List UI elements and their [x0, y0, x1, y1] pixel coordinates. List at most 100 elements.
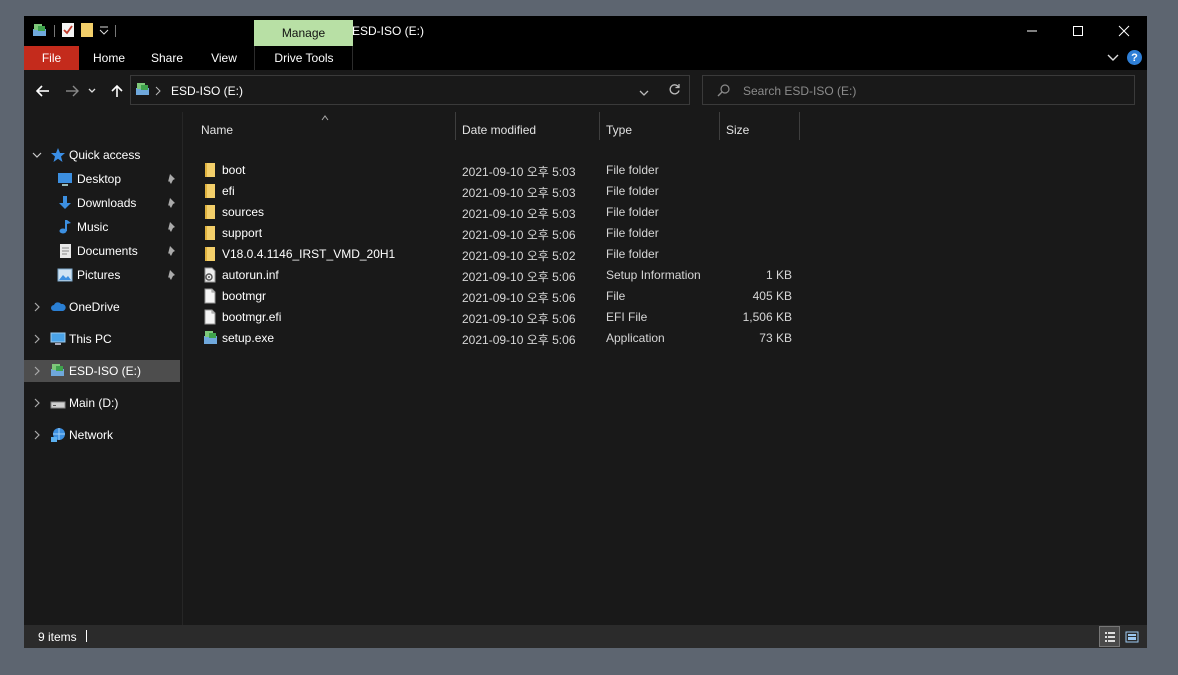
help-icon[interactable]: ?: [1127, 50, 1142, 65]
expand-ribbon-icon[interactable]: [1107, 52, 1119, 66]
file-row[interactable]: V18.0.4.1146_IRST_VMD_20H1 2021-09-10 오후…: [183, 243, 823, 264]
file-type: EFI File: [606, 310, 648, 324]
tab-share[interactable]: Share: [144, 46, 190, 70]
breadcrumb[interactable]: ESD-ISO (E:): [171, 84, 243, 98]
file-type: File: [606, 289, 626, 303]
column-header-name[interactable]: Name: [201, 119, 233, 141]
sidebar-item-quick-access[interactable]: Quick access: [24, 144, 180, 166]
sidebar-item-network[interactable]: Network: [24, 424, 180, 446]
chevron-right-icon[interactable]: [32, 397, 42, 409]
file-date: 2021-09-10 오후 5:02: [462, 249, 576, 263]
refresh-icon[interactable]: [668, 83, 681, 99]
chevron-right-icon[interactable]: [32, 301, 42, 313]
sort-ascending-icon: [321, 110, 329, 124]
pin-icon[interactable]: [167, 173, 177, 185]
folder-icon: [203, 183, 217, 199]
chevron-right-icon[interactable]: [32, 429, 42, 441]
sidebar-item-music[interactable]: Music: [24, 216, 180, 238]
minimize-button[interactable]: [1009, 16, 1055, 46]
column-divider[interactable]: [719, 112, 720, 140]
maximize-button[interactable]: [1055, 16, 1101, 46]
forward-button[interactable]: [63, 82, 81, 100]
sidebar-item-esd-iso[interactable]: ESD-ISO (E:): [24, 360, 180, 382]
column-divider[interactable]: [799, 112, 800, 140]
file-row[interactable]: efi 2021-09-10 오후 5:03 File folder: [183, 180, 823, 201]
address-dropdown-icon[interactable]: [639, 86, 649, 100]
file-date: 2021-09-10 오후 5:03: [462, 165, 576, 179]
file-name: efi: [222, 184, 235, 198]
chevron-right-icon[interactable]: [32, 365, 42, 377]
large-icons-view-button[interactable]: [1121, 626, 1142, 647]
file-row[interactable]: autorun.inf 2021-09-10 오후 5:06 Setup Inf…: [183, 264, 823, 285]
hard-drive-icon: [50, 395, 66, 411]
column-header-type[interactable]: Type: [606, 119, 632, 141]
customize-toolbar-icon[interactable]: [99, 24, 109, 38]
file-size: 1 KB: [765, 268, 792, 282]
sidebar-item-main-d[interactable]: Main (D:): [24, 392, 180, 414]
setup-app-icon: [203, 330, 217, 346]
tab-view[interactable]: View: [202, 46, 246, 70]
column-divider[interactable]: [599, 112, 600, 140]
file-name: sources: [222, 205, 265, 219]
sidebar-item-onedrive[interactable]: OneDrive: [24, 296, 180, 318]
close-button[interactable]: [1101, 16, 1147, 46]
explorer-window: Manage ESD-ISO (E:) File Home Share View…: [24, 16, 1147, 648]
address-row: ESD-ISO (E:) Search ESD-ISO (E:): [24, 70, 1147, 112]
file-row[interactable]: boot 2021-09-10 오후 5:03 File folder: [183, 159, 823, 180]
properties-icon[interactable]: [61, 22, 75, 41]
quick-access-toolbar: [32, 22, 118, 40]
column-header-size[interactable]: Size: [726, 119, 749, 141]
sidebar-item-label: Music: [77, 220, 109, 234]
desktop-icon: [57, 171, 73, 187]
file-icon: [203, 309, 217, 325]
file-row[interactable]: bootmgr 2021-09-10 오후 5:06 File 405 KB: [183, 285, 823, 306]
file-row[interactable]: sources 2021-09-10 오후 5:03 File folder: [183, 201, 823, 222]
documents-icon: [57, 243, 73, 259]
sidebar-item-label: Downloads: [77, 196, 137, 210]
folder-icon: [203, 225, 217, 241]
file-row[interactable]: setup.exe 2021-09-10 오후 5:06 Application…: [183, 327, 823, 348]
search-input[interactable]: Search ESD-ISO (E:): [702, 75, 1135, 105]
pin-icon[interactable]: [167, 197, 177, 209]
sidebar-item-desktop[interactable]: Desktop: [24, 168, 180, 190]
new-folder-icon[interactable]: [79, 22, 95, 41]
chevron-right-icon[interactable]: [155, 85, 161, 99]
chevron-right-icon[interactable]: [32, 333, 42, 345]
address-bar[interactable]: ESD-ISO (E:): [130, 75, 690, 105]
manage-tab[interactable]: Manage: [254, 20, 353, 46]
sidebar-item-documents[interactable]: Documents: [24, 240, 180, 262]
column-header-date[interactable]: Date modified: [462, 119, 536, 141]
pin-icon[interactable]: [167, 269, 177, 281]
file-date: 2021-09-10 오후 5:06: [462, 291, 576, 305]
sidebar-item-downloads[interactable]: Downloads: [24, 192, 180, 214]
drive-icon: [135, 82, 151, 99]
music-icon: [57, 219, 73, 235]
computer-icon: [50, 331, 66, 347]
file-size: 405 KB: [752, 289, 792, 303]
file-size: 1,506 KB: [742, 310, 792, 324]
pin-icon[interactable]: [167, 245, 177, 257]
back-button[interactable]: [34, 82, 52, 100]
file-date: 2021-09-10 오후 5:06: [462, 270, 576, 284]
sidebar-item-this-pc[interactable]: This PC: [24, 328, 180, 350]
drive-icon: [50, 363, 66, 379]
file-row[interactable]: bootmgr.efi 2021-09-10 오후 5:06 EFI File …: [183, 306, 823, 327]
file-type: File folder: [606, 247, 659, 261]
details-view-button[interactable]: [1099, 626, 1120, 647]
up-button[interactable]: [108, 82, 126, 100]
file-row[interactable]: support 2021-09-10 오후 5:06 File folder: [183, 222, 823, 243]
sidebar-item-label: Desktop: [77, 172, 122, 186]
chevron-down-icon[interactable]: [32, 149, 42, 161]
tab-drive-tools[interactable]: Drive Tools: [260, 46, 348, 70]
navigation-pane: Quick access Desktop Downloads Music Doc…: [24, 112, 182, 625]
tab-home[interactable]: Home: [86, 46, 132, 70]
sidebar-item-label: ESD-ISO (E:): [69, 364, 142, 378]
drive-icon[interactable]: [32, 23, 48, 40]
sidebar-item-pictures[interactable]: Pictures: [24, 264, 180, 286]
recent-locations-button[interactable]: [87, 82, 97, 100]
tab-file[interactable]: File: [24, 46, 79, 70]
column-divider[interactable]: [455, 112, 456, 140]
file-type: File folder: [606, 226, 659, 240]
pin-icon[interactable]: [167, 221, 177, 233]
file-name: V18.0.4.1146_IRST_VMD_20H1: [222, 247, 396, 261]
